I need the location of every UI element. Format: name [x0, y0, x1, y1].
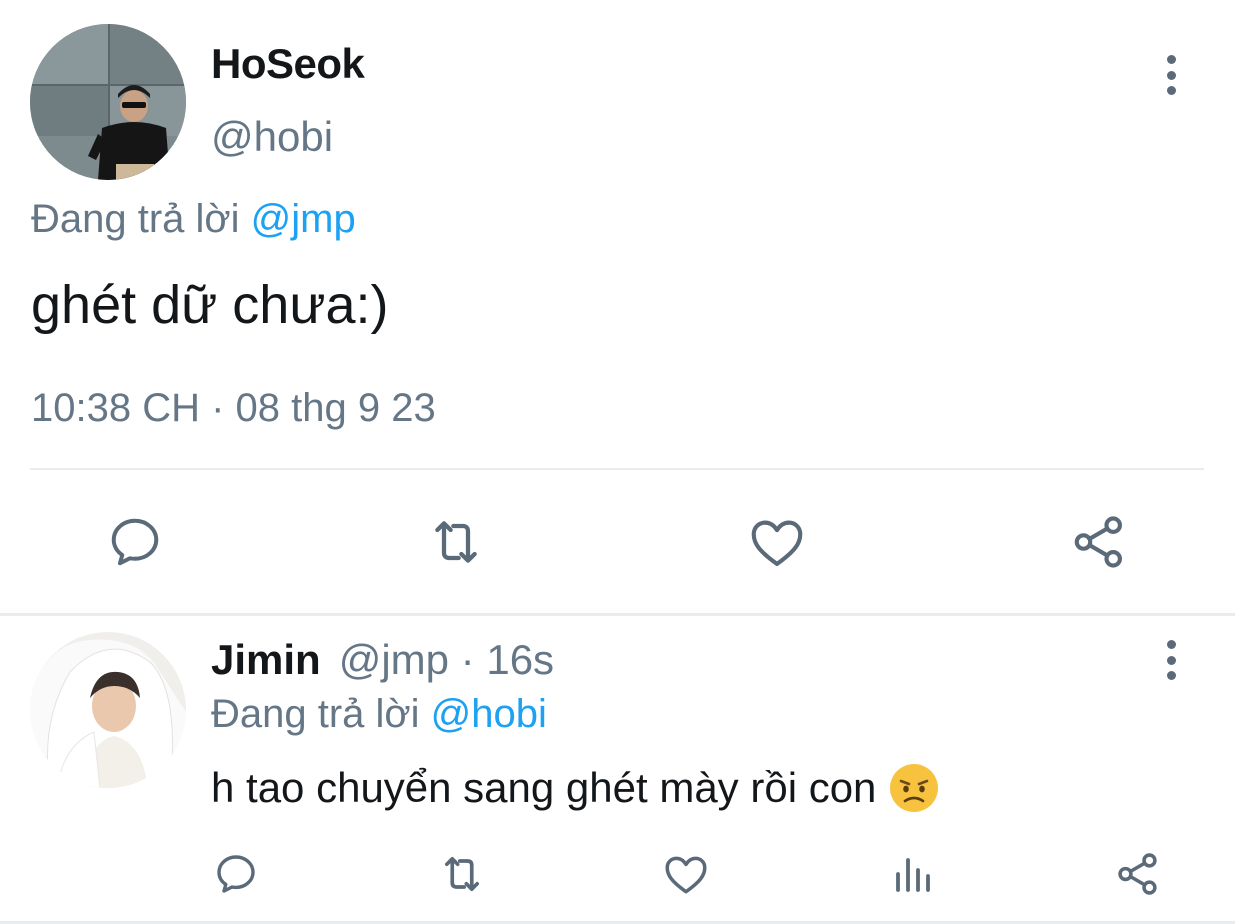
tweet-text: ghét dữ chưa:) — [31, 275, 389, 335]
share-button[interactable] — [1112, 848, 1164, 900]
avatar[interactable] — [30, 24, 186, 180]
reply-tweet-text: h tao chuyển sang ghét mày rồi con — [211, 762, 940, 814]
retweet-icon — [444, 856, 480, 892]
user-handle[interactable]: @hobi — [211, 113, 333, 161]
share-icon — [1074, 516, 1122, 568]
like-icon — [665, 856, 707, 894]
reply-header: Jimin @jmp · 16s — [211, 636, 554, 684]
section-divider — [0, 613, 1235, 616]
share-icon — [1118, 853, 1157, 895]
replying-to: Đang trả lời @jmp — [31, 197, 356, 242]
analytics-icon — [896, 858, 930, 892]
like-button[interactable] — [660, 848, 712, 900]
like-icon — [751, 520, 803, 567]
tweet-timestamp[interactable]: 10:38 CH · 08 thg 9 23 — [31, 386, 436, 431]
reply-button[interactable] — [210, 848, 262, 900]
more-options-button[interactable] — [1161, 55, 1181, 95]
share-button[interactable] — [1067, 510, 1131, 574]
mention-link[interactable]: @jmp — [251, 197, 356, 241]
reply-avatar[interactable] — [30, 632, 186, 788]
avatar-photo — [30, 632, 186, 788]
reply-icon — [111, 518, 159, 566]
reply-icon — [217, 855, 255, 893]
angry-face-icon — [890, 764, 939, 812]
replying-to: Đang trả lời @hobi — [211, 692, 547, 737]
mention-link[interactable]: @hobi — [431, 692, 547, 736]
handle-and-time[interactable]: @jmp · 16s — [339, 636, 554, 683]
retweet-button[interactable] — [436, 848, 488, 900]
replying-prefix: Đang trả lời — [211, 692, 420, 736]
reply-text-content: h tao chuyển sang ghét mày rồi con — [211, 764, 877, 811]
retweet-button[interactable] — [424, 510, 488, 574]
tweet-thread: HoSeok @hobi Đang trả lời @jmp ghét dữ c… — [0, 0, 1235, 924]
retweet-icon — [435, 521, 477, 563]
analytics-button[interactable] — [886, 848, 938, 900]
more-icon — [1166, 55, 1176, 64]
like-button[interactable] — [745, 510, 809, 574]
avatar-photo — [30, 24, 186, 180]
more-icon — [1166, 640, 1176, 649]
reply-button[interactable] — [103, 510, 167, 574]
divider — [30, 468, 1204, 470]
more-options-button[interactable] — [1161, 640, 1181, 680]
display-name[interactable]: HoSeok — [211, 40, 365, 88]
display-name[interactable]: Jimin — [211, 636, 321, 683]
replying-prefix: Đang trả lời — [31, 197, 240, 241]
